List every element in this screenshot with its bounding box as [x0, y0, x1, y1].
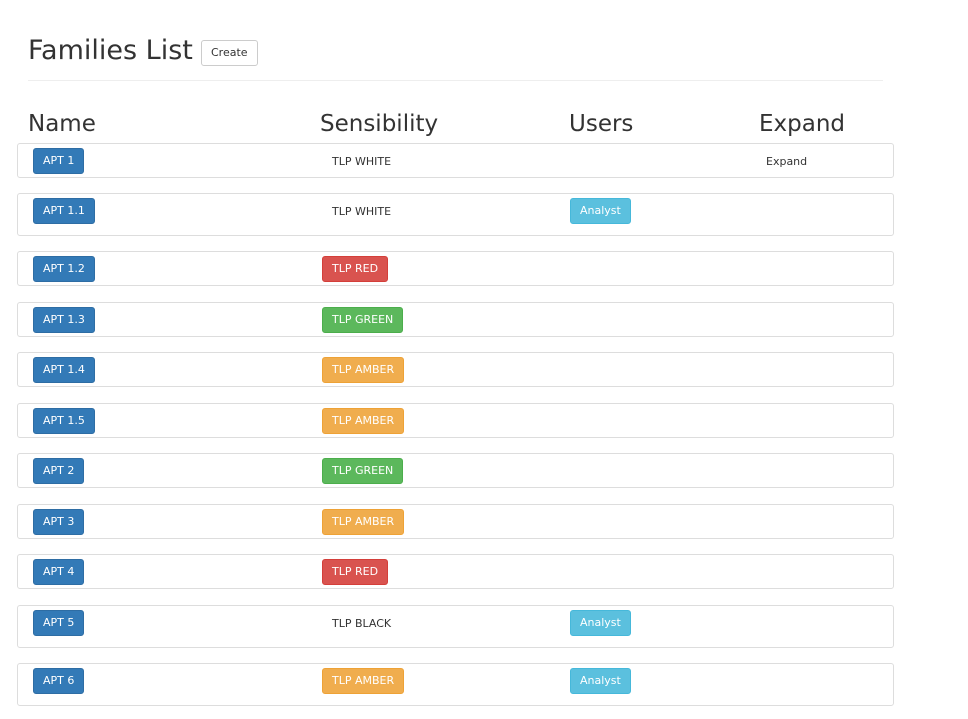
family-name-button[interactable]: APT 5 [33, 610, 85, 636]
family-name-button[interactable]: APT 3 [33, 509, 85, 535]
page-title: Families List [28, 35, 193, 66]
table-row: APT 1.4 TLP AMBER [17, 352, 894, 387]
sensibility-badge: TLP AMBER [322, 668, 405, 694]
user-badge[interactable]: Analyst [570, 198, 631, 224]
sensibility-badge: TLP AMBER [322, 408, 405, 434]
sensibility-label: TLP WHITE [332, 205, 392, 218]
families-page: Families List Create Name Sensibility Us… [0, 0, 968, 719]
family-name-button[interactable]: APT 2 [33, 458, 85, 484]
sensibility-badge: TLP AMBER [322, 509, 405, 535]
family-name-button[interactable]: APT 1.3 [33, 307, 95, 333]
user-badge[interactable]: Analyst [570, 610, 631, 636]
column-header-sensibility: Sensibility [320, 111, 439, 137]
table-row: APT 1 TLP WHITE Expand [17, 143, 894, 178]
family-name-button[interactable]: APT 1.4 [33, 357, 95, 383]
table-row: APT 1.2 TLP RED [17, 251, 894, 286]
table-row: APT 5 TLP BLACK Analyst [17, 605, 894, 648]
sensibility-badge: TLP GREEN [322, 458, 404, 484]
sensibility-label: TLP WHITE [332, 155, 392, 168]
family-name-button[interactable]: APT 6 [33, 668, 85, 694]
table-row: APT 4 TLP RED [17, 554, 894, 589]
table-row: APT 2 TLP GREEN [17, 453, 894, 488]
sensibility-badge: TLP AMBER [322, 357, 405, 383]
sensibility-badge: TLP GREEN [322, 307, 404, 333]
family-name-button[interactable]: APT 1 [33, 148, 85, 174]
sensibility-badge: TLP RED [322, 256, 389, 282]
table-row: APT 3 TLP AMBER [17, 504, 894, 539]
column-header-users: Users [569, 111, 634, 137]
family-name-button[interactable]: APT 1.2 [33, 256, 95, 282]
family-name-button[interactable]: APT 1.1 [33, 198, 95, 224]
column-header-name: Name [28, 111, 96, 137]
family-name-button[interactable]: APT 1.5 [33, 408, 95, 434]
column-header-expand: Expand [759, 111, 846, 137]
table-row: APT 1.5 TLP AMBER [17, 403, 894, 438]
expand-link[interactable]: Expand [766, 155, 807, 168]
sensibility-badge: TLP RED [322, 559, 389, 585]
table-row: APT 6 TLP AMBER Analyst [17, 663, 894, 706]
table-row: APT 1.3 TLP GREEN [17, 302, 894, 337]
page-header: Families List Create [28, 30, 883, 81]
sensibility-label: TLP BLACK [332, 617, 392, 630]
family-name-button[interactable]: APT 4 [33, 559, 85, 585]
table-row: APT 1.1 TLP WHITE Analyst [17, 193, 894, 236]
user-badge[interactable]: Analyst [570, 668, 631, 694]
create-button[interactable]: Create [201, 40, 258, 66]
